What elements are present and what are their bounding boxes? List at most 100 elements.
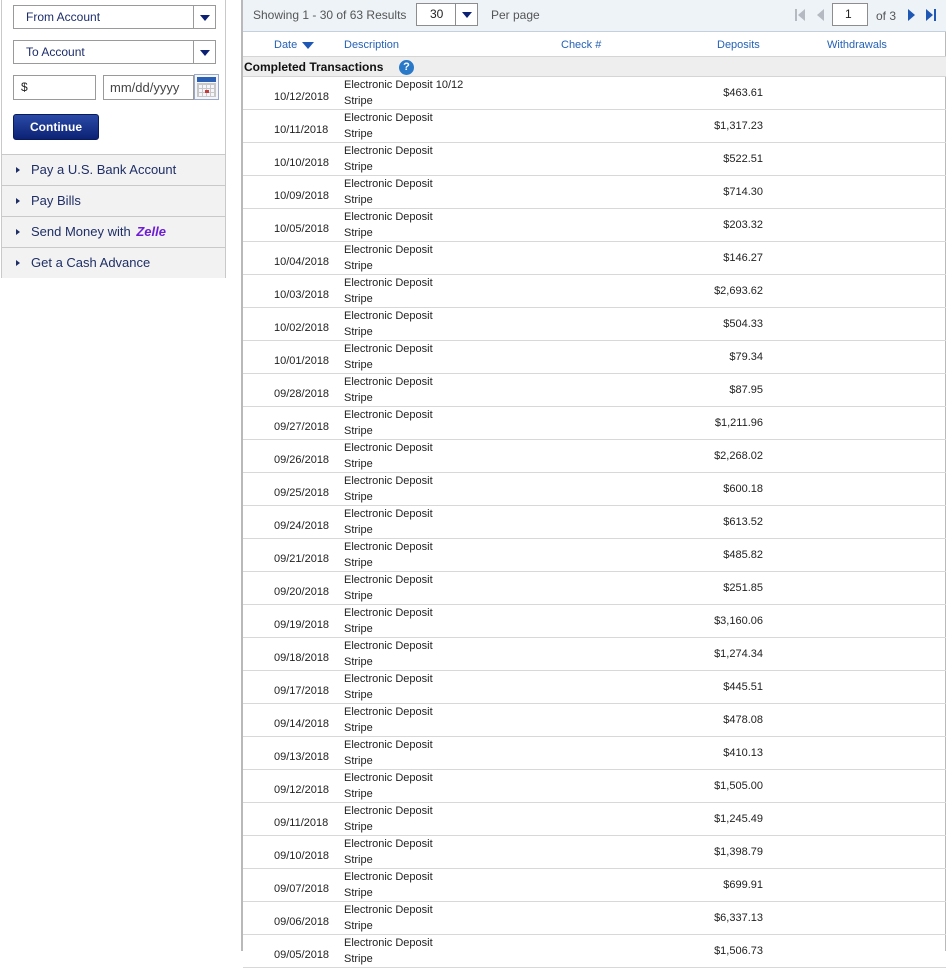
table-row[interactable]: 10/04/2018 Electronic Deposit Stripe $146.2… <box>243 242 946 275</box>
transaction-payee: Stripe <box>344 458 373 470</box>
transaction-deposit-amount: $522.51 <box>723 153 763 165</box>
chevron-down-icon[interactable] <box>193 6 215 28</box>
per-page-select[interactable]: 30 <box>416 3 478 26</box>
transaction-payee: Stripe <box>344 128 373 140</box>
transaction-deposit-amount: $146.27 <box>723 252 763 264</box>
transaction-description: Electronic Deposit <box>344 805 433 817</box>
table-row[interactable]: 10/05/2018 Electronic Deposit Stripe $203.3… <box>243 209 946 242</box>
transaction-description: Electronic Deposit <box>344 772 433 784</box>
amount-input[interactable]: $ <box>13 75 96 100</box>
transaction-payee: Stripe <box>344 788 373 800</box>
column-header-withdrawals[interactable]: Withdrawals <box>827 39 887 51</box>
transaction-date: 09/20/2018 <box>274 586 330 598</box>
first-page-icon[interactable] <box>795 9 809 21</box>
transaction-date: 10/04/2018 <box>274 256 330 268</box>
column-header-description[interactable]: Description <box>344 39 399 51</box>
transaction-date: 09/11/2018 <box>274 817 329 829</box>
transaction-deposit-amount: $463.61 <box>723 87 763 99</box>
transaction-deposit-amount: $251.85 <box>723 582 763 594</box>
calendar-icon[interactable] <box>194 74 219 100</box>
to-account-label: To Account <box>26 45 85 59</box>
transaction-payee: Stripe <box>344 194 373 206</box>
previous-page-icon[interactable] <box>817 9 831 21</box>
results-count: Showing 1 - 30 of 63 Results <box>253 8 407 22</box>
transaction-description: Electronic Deposit <box>344 112 433 124</box>
continue-button[interactable]: Continue <box>13 114 99 140</box>
transaction-date: 09/18/2018 <box>274 652 330 664</box>
help-icon[interactable]: ? <box>399 60 414 75</box>
transaction-description: Electronic Deposit <box>344 244 433 256</box>
transaction-payee: Stripe <box>344 590 373 602</box>
table-row[interactable]: 09/17/2018 Electronic Deposit Stripe $445.5… <box>243 671 946 704</box>
table-row[interactable]: 09/12/2018 Electronic Deposit Stripe $1,505… <box>243 770 946 803</box>
per-page-value: 30 <box>430 7 444 21</box>
table-row[interactable]: 10/01/2018 Electronic Deposit Stripe $79.34 <box>243 341 946 374</box>
table-row[interactable]: 09/20/2018 Electronic Deposit Stripe $251.8… <box>243 572 946 605</box>
from-account-label: From Account <box>26 10 101 24</box>
from-account-select[interactable]: From Account <box>13 5 216 29</box>
transaction-payee: Stripe <box>344 689 373 701</box>
transaction-deposit-amount: $6,337.13 <box>714 912 763 924</box>
column-header-deposits[interactable]: Deposits <box>717 39 760 51</box>
date-input[interactable]: mm/dd/yyyy <box>103 75 194 100</box>
transaction-description: Electronic Deposit <box>344 508 433 520</box>
table-row[interactable]: 09/10/2018 Electronic Deposit Stripe $1,398… <box>243 836 946 869</box>
table-row[interactable]: 09/07/2018 Electronic Deposit Stripe $699.9… <box>243 869 946 902</box>
transaction-date: 09/28/2018 <box>274 388 330 400</box>
page-number-input[interactable]: 1 <box>832 3 868 26</box>
table-row[interactable]: 09/19/2018 Electronic Deposit Stripe $3,160… <box>243 605 946 638</box>
last-page-icon[interactable] <box>926 9 940 21</box>
nav-item-cash-advance[interactable]: Get a Cash Advance <box>2 247 225 278</box>
table-row[interactable]: 10/12/2018 Electronic Deposit 10/12 Stripe… <box>243 77 946 110</box>
transaction-payee: Stripe <box>344 425 373 437</box>
column-header-date[interactable]: Date <box>274 39 315 51</box>
transaction-payee: Stripe <box>344 293 373 305</box>
transaction-deposit-amount: $2,693.62 <box>714 285 763 297</box>
transaction-date: 10/05/2018 <box>274 223 330 235</box>
total-pages: 3 <box>889 9 897 23</box>
transaction-date: 09/13/2018 <box>274 751 330 763</box>
table-row[interactable]: 09/11/2018 Electronic Deposit Stripe $1,245… <box>243 803 946 836</box>
next-page-icon[interactable] <box>908 9 922 21</box>
chevron-down-icon[interactable] <box>455 4 477 25</box>
table-row[interactable]: 10/11/2018 Electronic Deposit Stripe $1,317… <box>243 110 946 143</box>
table-row[interactable]: 09/24/2018 Electronic Deposit Stripe $613.5… <box>243 506 946 539</box>
table-row[interactable]: 09/18/2018 Electronic Deposit Stripe $1,274… <box>243 638 946 671</box>
per-page-label: Per page <box>491 8 540 22</box>
table-row[interactable]: 09/13/2018 Electronic Deposit Stripe $410.1… <box>243 737 946 770</box>
table-row[interactable]: 10/10/2018 Electronic Deposit Stripe $522.5… <box>243 143 946 176</box>
caret-right-icon <box>16 167 20 173</box>
table-row[interactable]: 10/02/2018 Electronic Deposit Stripe $504.3… <box>243 308 946 341</box>
transaction-description: Electronic Deposit <box>344 442 433 454</box>
completed-transactions-header: Completed Transactions? <box>243 57 946 77</box>
table-row[interactable]: 09/28/2018 Electronic Deposit Stripe $87.95 <box>243 374 946 407</box>
table-row[interactable]: 09/25/2018 Electronic Deposit Stripe $600.1… <box>243 473 946 506</box>
nav-item-pay-bank-account[interactable]: Pay a U.S. Bank Account <box>2 154 225 185</box>
transaction-payee: Stripe <box>344 722 373 734</box>
sort-descending-icon[interactable] <box>302 41 315 49</box>
transaction-payee: Stripe <box>344 920 373 932</box>
transaction-payee: Stripe <box>344 161 373 173</box>
table-row[interactable]: 10/09/2018 Electronic Deposit Stripe $714.3… <box>243 176 946 209</box>
nav-item-send-money-zelle[interactable]: Send Money with Zelle <box>2 216 225 247</box>
transaction-deposit-amount: $410.13 <box>723 747 763 759</box>
column-header-check[interactable]: Check # <box>561 39 601 51</box>
transaction-description: Electronic Deposit <box>344 178 433 190</box>
table-row[interactable]: 09/26/2018 Electronic Deposit Stripe $2,268… <box>243 440 946 473</box>
transaction-date: 09/19/2018 <box>274 619 330 631</box>
transaction-description: Electronic Deposit <box>344 937 433 949</box>
table-row[interactable]: 09/14/2018 Electronic Deposit Stripe $478.0… <box>243 704 946 737</box>
table-row[interactable]: 09/27/2018 Electronic Deposit Stripe $1,211… <box>243 407 946 440</box>
chevron-down-icon[interactable] <box>193 41 215 63</box>
table-row[interactable]: 09/21/2018 Electronic Deposit Stripe $485.8… <box>243 539 946 572</box>
table-row[interactable]: 10/03/2018 Electronic Deposit Stripe $2,693… <box>243 275 946 308</box>
nav-item-pay-bills[interactable]: Pay Bills <box>2 185 225 216</box>
transaction-date: 10/02/2018 <box>274 322 330 334</box>
transaction-deposit-amount: $613.52 <box>723 516 763 528</box>
transaction-deposit-amount: $79.34 <box>729 351 763 363</box>
table-row[interactable]: 09/06/2018 Electronic Deposit Stripe $6,337… <box>243 902 946 935</box>
table-row[interactable]: 09/05/2018 Electronic Deposit Stripe $1,506… <box>243 935 946 968</box>
to-account-select[interactable]: To Account <box>13 40 216 64</box>
transaction-deposit-amount: $445.51 <box>723 681 763 693</box>
transaction-deposit-amount: $504.33 <box>723 318 763 330</box>
